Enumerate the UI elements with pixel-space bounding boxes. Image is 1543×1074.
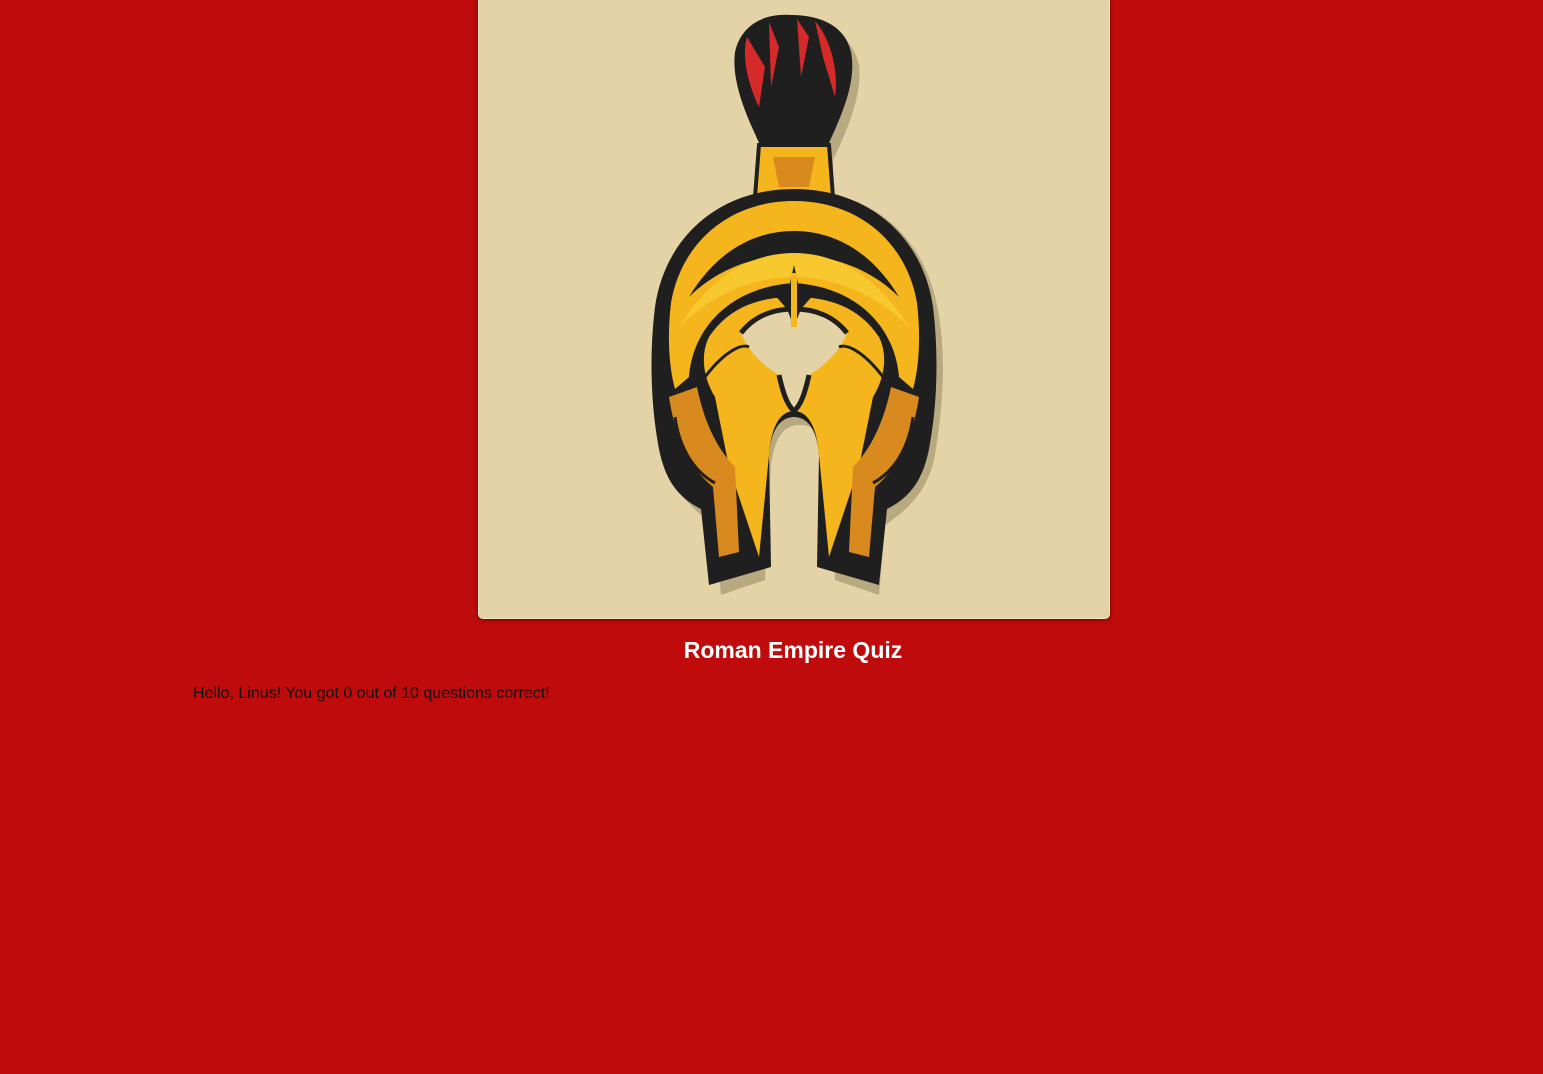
hero-image-card — [478, 0, 1110, 619]
quiz-title: Roman Empire Quiz — [683, 637, 903, 663]
quiz-results-page: Roman Empire Quiz Hello, Linus! You got … — [0, 0, 1543, 1074]
quiz-result-message: Hello, Linus! You got 0 out of 10 questi… — [193, 685, 550, 702]
roman-helmet-icon — [651, 14, 943, 595]
